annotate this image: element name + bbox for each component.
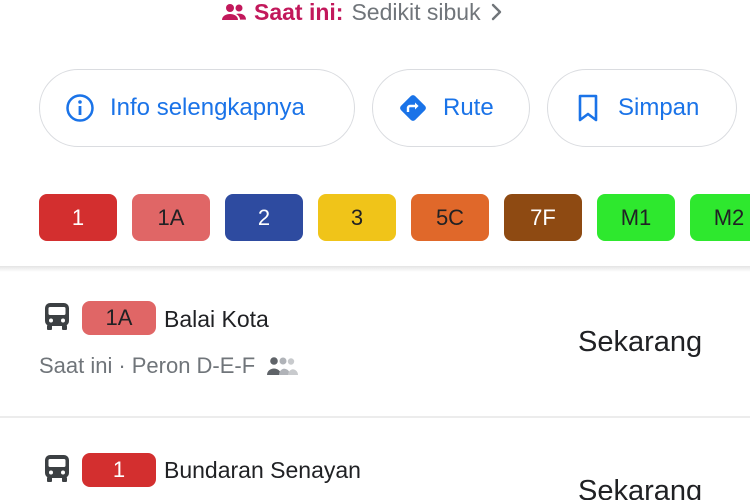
chevron-right-icon xyxy=(491,1,507,23)
route-badge: 1A xyxy=(82,301,156,335)
departure-time: Sekarang xyxy=(578,475,703,500)
route-badge: 1 xyxy=(82,453,156,487)
departure-details: Saat ini · Peron D-E-F xyxy=(39,353,299,379)
route-chip[interactable]: 7F xyxy=(504,194,582,241)
platform: Peron D-E-F xyxy=(131,353,256,378)
destination: Balai Kota xyxy=(164,306,269,332)
section-divider xyxy=(0,266,750,272)
more-info-button[interactable]: Info selengkapnya xyxy=(39,69,355,147)
route-chip[interactable]: 1A xyxy=(132,194,210,241)
destination: Bundaran Senayan xyxy=(164,457,361,483)
route-chip[interactable]: M1 xyxy=(597,194,675,241)
bus-icon xyxy=(42,454,72,484)
busyness-status[interactable]: Saat ini: Sedikit sibuk xyxy=(222,0,507,26)
departure-time: Sekarang xyxy=(578,326,703,358)
directions-label: Rute xyxy=(443,94,494,121)
info-icon xyxy=(64,92,96,124)
route-chip[interactable]: 1 xyxy=(39,194,117,241)
transit-station-page: Saat ini: Sedikit sibuk Info selengkapny… xyxy=(0,0,750,500)
save-button[interactable]: Simpan xyxy=(547,69,737,147)
save-label: Simpan xyxy=(618,94,700,121)
departure-row[interactable]: 1A Balai Kota Sekarang Saat ini · Peron … xyxy=(0,298,750,398)
busyness-prefix: Saat ini: xyxy=(254,0,344,25)
row-divider xyxy=(0,416,750,418)
crowd-level-icon xyxy=(267,356,299,376)
separator: · xyxy=(118,353,126,378)
bookmark-icon xyxy=(572,92,604,124)
route-chip[interactable]: 3 xyxy=(318,194,396,241)
route-chip[interactable]: M2 xyxy=(690,194,750,241)
route-chip[interactable]: 5C xyxy=(411,194,489,241)
busyness-level: Sedikit sibuk xyxy=(351,0,481,25)
departure-row[interactable]: 1 Bundaran Senayan Sekarang xyxy=(0,450,750,500)
route-chip[interactable]: 2 xyxy=(225,194,303,241)
bus-icon xyxy=(42,302,72,332)
people-icon xyxy=(222,2,246,22)
directions-button[interactable]: Rute xyxy=(372,69,530,147)
directions-icon xyxy=(397,92,429,124)
live-status: Saat ini xyxy=(39,353,113,378)
more-info-label: Info selengkapnya xyxy=(110,94,305,121)
